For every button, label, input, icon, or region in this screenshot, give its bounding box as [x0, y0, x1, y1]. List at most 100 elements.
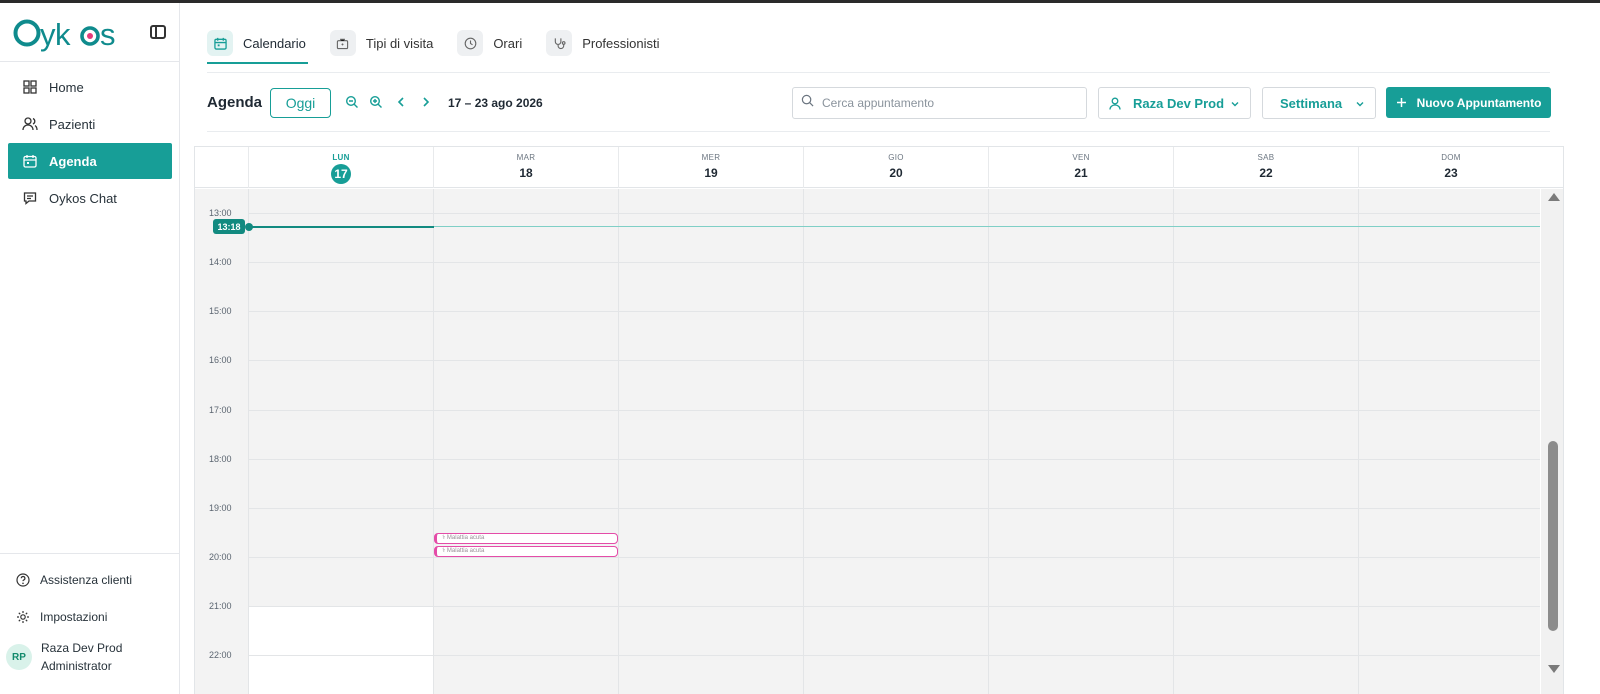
hour-line	[248, 311, 1540, 312]
available-slot[interactable]	[248, 607, 433, 694]
column-divider	[433, 189, 434, 694]
day-name: LUN	[332, 153, 350, 162]
time-label: 20:00	[209, 552, 232, 562]
oykos-logo[interactable]: yk s	[12, 13, 122, 62]
scroll-up-arrow-icon[interactable]	[1548, 193, 1560, 201]
appointment-event[interactable]: ⚕ Malattia acuta	[434, 546, 618, 557]
svg-text:yk: yk	[40, 17, 71, 52]
time-label: 16:00	[209, 355, 232, 365]
users-icon	[22, 116, 38, 132]
logo-graphic: yk s	[13, 17, 116, 52]
day-number: 22	[1259, 166, 1273, 180]
chat-icon	[22, 190, 38, 206]
sidebar-item-oykos-chat[interactable]: Oykos Chat	[8, 180, 172, 216]
event-title: Malattia acuta	[446, 548, 485, 554]
time-label: 18:00	[209, 454, 232, 464]
zoom-out-icon[interactable]	[344, 94, 360, 110]
day-header-mer[interactable]: MER 19	[618, 147, 803, 188]
tab-tipi-di-visita[interactable]: Tipi di visita	[329, 28, 433, 58]
divider	[0, 61, 179, 62]
settings-label: Impostazioni	[40, 610, 108, 624]
clock-icon	[457, 30, 484, 56]
day-number: 19	[704, 166, 718, 180]
week-calendar: LUN 17 MAR 18 MER 19 GIO 20 VEN 21 SAB 2…	[194, 146, 1564, 694]
column-divider	[1173, 189, 1174, 694]
scroll-down-arrow-icon[interactable]	[1548, 665, 1560, 673]
briefcase-icon	[329, 30, 356, 56]
day-header-gio[interactable]: GIO 20	[803, 147, 988, 188]
time-label: 14:00	[209, 257, 232, 267]
current-time-dot	[245, 223, 253, 231]
support-label: Assistenza clienti	[40, 573, 133, 587]
hour-line	[248, 606, 1540, 607]
date-range: 17 – 23 ago 2026	[448, 96, 543, 110]
professional-select[interactable]: Raza Dev Prod	[1098, 87, 1251, 119]
sidebar-item-label: Agenda	[49, 153, 97, 169]
user-role: Administrator	[41, 659, 112, 673]
divider	[0, 553, 179, 554]
scrollbar-thumb[interactable]	[1548, 441, 1558, 631]
time-label: 17:00	[209, 405, 232, 415]
view-select[interactable]: Settimana	[1262, 87, 1376, 119]
column-divider	[618, 189, 619, 694]
sidebar-item-pazienti[interactable]: Pazienti	[8, 106, 172, 142]
sidebar-item-label: Oykos Chat	[49, 190, 117, 206]
today-button[interactable]: Oggi	[270, 88, 331, 118]
zoom-in-icon[interactable]	[368, 94, 384, 110]
day-number-today: 17	[331, 164, 351, 184]
column-divider	[1358, 189, 1359, 694]
support-link[interactable]: Assistenza clienti	[16, 573, 132, 587]
calendar-icon	[207, 30, 233, 56]
appointment-event[interactable]: ⚕ Malattia acuta	[434, 533, 618, 544]
page-title: Agenda	[207, 94, 263, 111]
day-number: 21	[1074, 166, 1088, 180]
current-time-line	[433, 226, 1540, 227]
divider	[207, 72, 1550, 73]
chevron-left-icon[interactable]	[393, 94, 409, 110]
vertical-scrollbar[interactable]	[1541, 189, 1563, 694]
day-header-sab[interactable]: SAB 22	[1173, 147, 1358, 188]
tab-calendario[interactable]: Calendario	[207, 28, 306, 58]
stethoscope-icon	[546, 30, 573, 56]
search-box[interactable]	[792, 87, 1087, 119]
day-header-lun[interactable]: LUN 17	[248, 147, 433, 188]
day-number: 23	[1444, 166, 1458, 180]
search-icon	[801, 94, 814, 112]
hour-line	[248, 557, 1540, 558]
time-label: 15:00	[209, 306, 232, 316]
day-header-mar[interactable]: MAR 18	[433, 147, 618, 188]
day-header-dom[interactable]: DOM 23	[1358, 147, 1543, 188]
chevron-right-icon[interactable]	[418, 94, 434, 110]
sidebar-item-label: Pazienti	[49, 116, 96, 132]
time-label: 19:00	[209, 503, 232, 513]
tab-orari[interactable]: Orari	[457, 28, 522, 58]
search-input[interactable]	[822, 96, 1072, 110]
new-appointment-button[interactable]: Nuovo Appuntamento	[1386, 87, 1551, 118]
day-name: DOM	[1441, 153, 1461, 162]
hour-line	[248, 459, 1540, 460]
grid-icon	[22, 79, 38, 95]
day-name: SAB	[1257, 153, 1275, 162]
hour-line	[248, 213, 1540, 214]
sidebar-item-label: Home	[49, 79, 84, 95]
sidebar-item-home[interactable]: Home	[8, 69, 172, 105]
avatar[interactable]: RP	[6, 644, 32, 670]
window-top-border	[0, 0, 1600, 3]
hour-line	[248, 410, 1540, 411]
hour-line	[248, 262, 1540, 263]
new-appointment-label: Nuovo Appuntamento	[1416, 95, 1542, 110]
day-number: 20	[889, 166, 903, 180]
time-label: 22:00	[209, 650, 232, 660]
sidebar-nav: Home Pazienti Agenda Oykos Chat	[8, 69, 172, 217]
event-title: Malattia acuta	[446, 535, 485, 541]
tab-professionisti[interactable]: Professionisti	[546, 28, 660, 58]
time-grid[interactable]: 13:00 14:00 15:00 16:00 17:00 18:00 19:0…	[195, 189, 1540, 694]
hour-line	[248, 360, 1540, 361]
gear-icon	[16, 610, 30, 624]
calendar-icon	[22, 153, 38, 169]
settings-link[interactable]: Impostazioni	[16, 610, 107, 624]
tab-label: Calendario	[243, 35, 306, 51]
sidebar-collapse-icon[interactable]	[150, 25, 166, 39]
sidebar-item-agenda[interactable]: Agenda	[8, 143, 172, 179]
day-header-ven[interactable]: VEN 21	[988, 147, 1173, 188]
